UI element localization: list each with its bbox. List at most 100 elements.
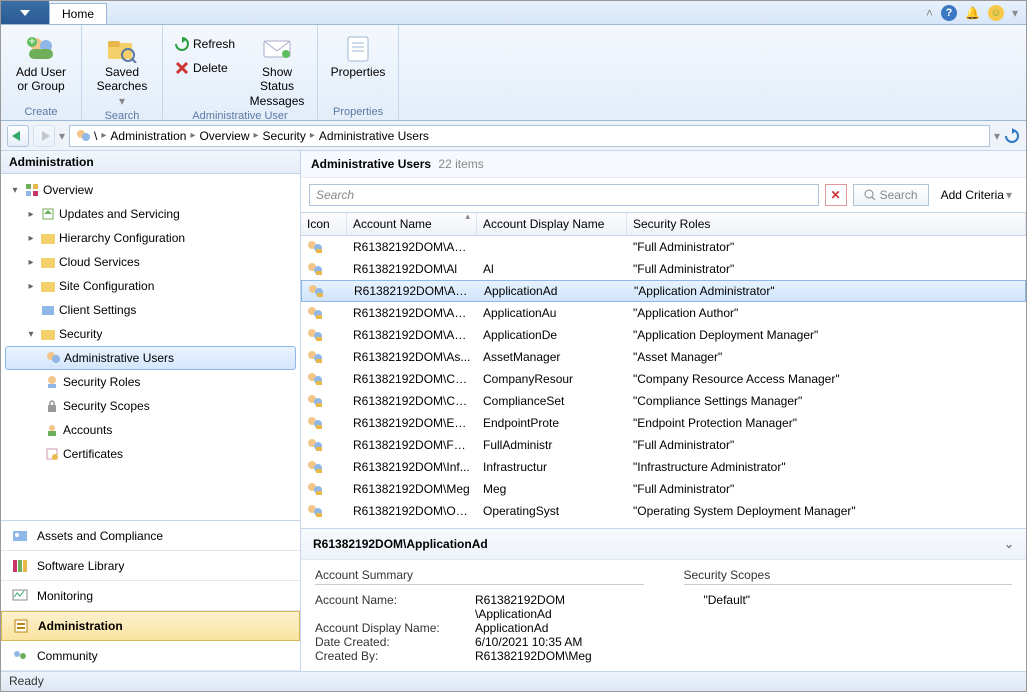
cell-display-name: Al (477, 262, 627, 276)
tab-home-label: Home (62, 7, 94, 21)
col-display-name[interactable]: Account Display Name (477, 213, 627, 235)
nav-administration[interactable]: Administration (1, 611, 300, 641)
update-icon (41, 207, 55, 221)
tree-accounts[interactable]: Accounts (1, 418, 300, 442)
table-row[interactable]: R61382192DOM\Ful...FullAdministr"Full Ad… (301, 434, 1026, 456)
tab-home[interactable]: Home (49, 3, 107, 24)
breadcrumb-segment[interactable]: Administrative Users (319, 129, 429, 143)
navigation-tree: ▾Overview ▸Updates and Servicing ▸Hierar… (1, 174, 300, 520)
delete-button[interactable]: Delete (171, 57, 239, 79)
table-row[interactable]: R61382192DOM\Op...OperatingSyst"Operatin… (301, 500, 1026, 522)
folder-icon (41, 232, 55, 244)
bell-icon[interactable]: 🔔 (965, 6, 980, 20)
close-icon: ✕ (831, 188, 841, 202)
help-icon[interactable]: ? (941, 5, 957, 21)
tree-security-scopes[interactable]: Security Scopes (1, 394, 300, 418)
table-row[interactable]: R61382192DOM\MegMeg"Full Administrator" (301, 478, 1026, 500)
collapse-icon[interactable]: ▾ (25, 329, 37, 340)
users-add-icon: + (25, 33, 57, 65)
forward-button[interactable] (33, 125, 55, 147)
show-status-messages-button[interactable]: Show Status Messages (245, 29, 309, 108)
tree-label: Cloud Services (59, 255, 140, 269)
table-row[interactable]: R61382192DOM\Co...CompanyResour"Company … (301, 368, 1026, 390)
tree-overview[interactable]: ▾Overview (1, 178, 300, 202)
tree-updates[interactable]: ▸Updates and Servicing (1, 202, 300, 226)
cell-display-name: ApplicationAu (477, 306, 627, 320)
table-row[interactable]: R61382192DOM\Inf...Infrastructur"Infrast… (301, 456, 1026, 478)
breadcrumb-segment[interactable]: Security (263, 129, 306, 143)
tree-label: Client Settings (59, 303, 136, 317)
tree-administrative-users[interactable]: Administrative Users (5, 346, 296, 370)
tree-hierarchy[interactable]: ▸Hierarchy Configuration (1, 226, 300, 250)
detail-pane: R61382192DOM\ApplicationAd ⌄ Account Sum… (301, 528, 1026, 671)
cell-security-roles: "Infrastructure Administrator" (627, 460, 1026, 474)
tree-cloud[interactable]: ▸Cloud Services (1, 250, 300, 274)
cell-account-name: R61382192DOM\Ad... (347, 240, 477, 254)
cell-account-name: R61382192DOM\Meg (347, 482, 477, 496)
cell-display-name: EndpointProte (477, 416, 627, 430)
table-row[interactable]: R61382192DOM\AlAl"Full Administrator" (301, 258, 1026, 280)
delete-label: Delete (193, 61, 228, 75)
ribbon-group-search: Saved Searches ▾ Search (82, 25, 163, 120)
chevron-up-icon[interactable]: ˄ (926, 6, 933, 20)
tree-label: Accounts (63, 423, 112, 437)
chevron-right-icon: ▸ (101, 130, 106, 141)
refresh-label: Refresh (193, 37, 235, 51)
user-role-icon (307, 240, 323, 254)
add-criteria-button[interactable]: Add Criteria▾ (935, 184, 1018, 206)
cell-display-name: Infrastructur (477, 460, 627, 474)
value-account-name: R61382192DOM \ApplicationAd (475, 593, 565, 621)
col-icon[interactable]: Icon (301, 213, 347, 235)
table-row[interactable]: R61382192DOM\Ap...ApplicationDe"Applicat… (301, 324, 1026, 346)
value-date-created: 6/10/2021 10:35 AM (475, 635, 582, 649)
tree-site[interactable]: ▸Site Configuration (1, 274, 300, 298)
feedback-smile-icon[interactable]: ☺ (988, 5, 1004, 21)
history-dropdown-icon[interactable]: ▾ (59, 129, 65, 143)
grid-body[interactable]: R61382192DOM\Ad..."Full Administrator"R6… (301, 236, 1026, 528)
table-row[interactable]: R61382192DOM\Ap...ApplicationAd"Applicat… (301, 280, 1026, 302)
expand-icon[interactable]: ▸ (25, 209, 37, 220)
search-input[interactable]: Search (309, 184, 819, 206)
tree-certificates[interactable]: Certificates (1, 442, 300, 466)
properties-button[interactable]: Properties (326, 29, 390, 79)
system-menu-button[interactable] (1, 1, 49, 24)
table-row[interactable]: R61382192DOM\As...AssetManager"Asset Man… (301, 346, 1026, 368)
add-user-or-group-button[interactable]: + Add User or Group (9, 29, 73, 94)
tree-label: Security (59, 327, 102, 341)
cell-security-roles: "Application Deployment Manager" (627, 328, 1026, 342)
feedback-dropdown-icon[interactable]: ▾ (1012, 6, 1018, 20)
nav-assets[interactable]: Assets and Compliance (1, 521, 300, 551)
nav-monitoring[interactable]: Monitoring (1, 581, 300, 611)
refresh-nav-icon[interactable] (1004, 128, 1020, 144)
back-button[interactable] (7, 125, 29, 147)
cell-display-name: AssetManager (477, 350, 627, 364)
folder-search-icon (106, 33, 138, 65)
tree-security-roles[interactable]: Security Roles (1, 370, 300, 394)
collapse-icon[interactable]: ▾ (9, 185, 21, 196)
status-text: Ready (9, 674, 44, 688)
user-role-icon (307, 262, 323, 276)
table-row[interactable]: R61382192DOM\En...EndpointProte"Endpoint… (301, 412, 1026, 434)
tree-security[interactable]: ▾ Security (1, 322, 300, 346)
breadcrumb-segment[interactable]: Administration (110, 129, 186, 143)
cell-security-roles: "Operating System Deployment Manager" (627, 504, 1026, 518)
col-security-roles[interactable]: Security Roles (627, 213, 1026, 235)
col-account-name[interactable]: Account Name (347, 213, 477, 235)
breadcrumb-segment[interactable]: Overview (199, 129, 249, 143)
table-row[interactable]: R61382192DOM\Ad..."Full Administrator" (301, 236, 1026, 258)
tree-client-settings[interactable]: Client Settings (1, 298, 300, 322)
value-scope: "Default" (684, 593, 1013, 607)
titlebar-actions: ˄ ? 🔔 ☺ ▾ (926, 1, 1026, 24)
nav-software-library[interactable]: Software Library (1, 551, 300, 581)
search-button[interactable]: Search (853, 184, 929, 206)
table-row[interactable]: R61382192DOM\Ap...ApplicationAu"Applicat… (301, 302, 1026, 324)
role-icon (45, 375, 59, 389)
saved-searches-button[interactable]: Saved Searches ▾ (90, 29, 154, 108)
breadcrumb[interactable]: \▸ Administration▸ Overview▸ Security▸ A… (69, 125, 990, 147)
breadcrumb-dropdown-icon[interactable]: ▾ (994, 129, 1000, 143)
refresh-button[interactable]: Refresh (171, 33, 239, 55)
clear-search-button[interactable]: ✕ (825, 184, 847, 206)
table-row[interactable]: R61382192DOM\Co...ComplianceSet"Complian… (301, 390, 1026, 412)
nav-community[interactable]: Community (1, 641, 300, 671)
chevron-down-icon[interactable]: ⌄ (1004, 537, 1014, 551)
